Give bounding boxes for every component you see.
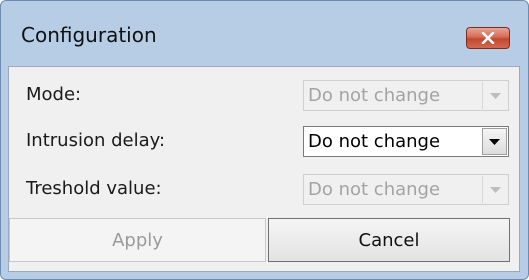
intrusion-delay-dropdown-arrow[interactable] [482, 128, 507, 155]
mode-dropdown-arrow [482, 82, 507, 109]
intrusion-delay-dropdown-value: Do not change [308, 131, 441, 152]
title-bar[interactable]: Configuration [1, 1, 528, 61]
treshold-value-label: Treshold value: [26, 178, 162, 199]
mode-dropdown-value: Do not change [308, 85, 441, 106]
treshold-value-dropdown-arrow [482, 176, 507, 203]
mode-label: Mode: [26, 84, 82, 105]
apply-button[interactable]: Apply [9, 218, 266, 262]
treshold-value-dropdown-value: Do not change [308, 179, 441, 200]
intrusion-delay-dropdown[interactable]: Do not change [303, 126, 509, 157]
window-title: Configuration [21, 23, 157, 47]
intrusion-delay-label: Intrusion delay: [26, 130, 166, 151]
cancel-button[interactable]: Cancel [268, 218, 510, 262]
chevron-down-icon [489, 186, 501, 193]
chevron-down-icon [489, 138, 500, 145]
close-icon [481, 32, 495, 44]
close-button[interactable] [466, 27, 510, 49]
chevron-down-icon [489, 92, 501, 99]
mode-dropdown: Do not change [303, 80, 509, 111]
treshold-value-dropdown: Do not change [303, 174, 509, 205]
